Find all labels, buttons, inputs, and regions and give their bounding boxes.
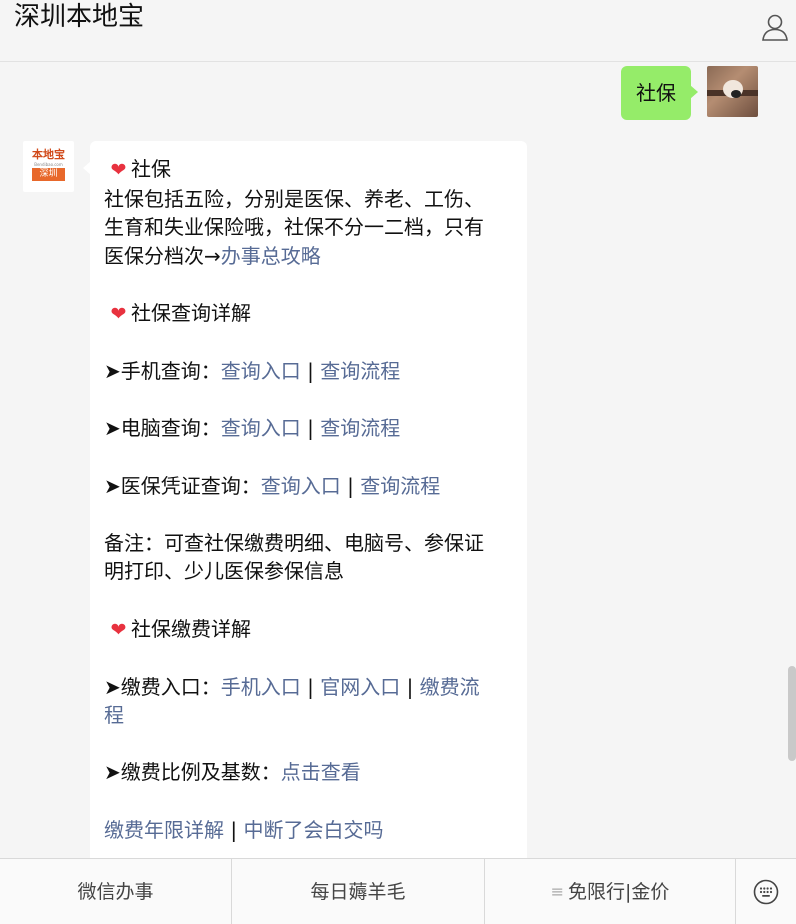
years-link[interactable]: 缴费年限详解 [104,818,224,842]
logo-url-text: Bendibao.com [34,162,63,167]
heart-icon: ❤ [110,302,127,325]
pay-mobile-link[interactable]: 手机入口 [221,675,301,699]
tab-daily-deals[interactable]: 每日薅羊毛 [232,859,485,924]
medical-query-row: ➤医保凭证查询：查询入口 | 查询流程 [104,473,441,498]
interrupt-link[interactable]: 中断了会白交吗 [243,818,383,842]
guide-link[interactable]: 办事总攻略 [221,244,321,268]
keyboard-icon[interactable] [736,859,796,924]
pay-web-link[interactable]: 官网入口 [320,675,400,699]
mobile-query-flow-link[interactable]: 查询流程 [320,359,400,383]
chat-area[interactable]: 社保 本地宝 Bendibao.com 深圳 ❤ 社保 社保包括五险，分别是医保、… [0,62,796,858]
note-line: 明打印、少儿医保参保信息 [104,559,344,584]
tab-label: 免限行|金价 [568,881,670,903]
logo-brand-text: 本地宝 [32,148,65,161]
pay-entry-row-cont: 程 [104,701,513,730]
intro-line: 医保分档次→办事总攻略 [104,243,321,268]
mobile-query-row: ➤手机查询：查询入口 | 查询流程 [104,359,401,384]
heart-icon: ❤ [110,159,127,181]
mobile-query-entry-link[interactable]: 查询入口 [221,359,301,383]
computer-query-row: ➤电脑查询：查询入口 | 查询流程 [104,416,401,441]
scrollbar[interactable] [788,666,796,761]
bot-avatar[interactable]: 本地宝 Bendibao.com 深圳 [23,141,74,192]
section-heading: ❤ 社保缴费详解 [104,615,513,645]
medical-query-flow-link[interactable]: 查询流程 [360,474,440,498]
pay-entry-row: ➤缴费入口：手机入口 | 官网入口 | 缴费流 [104,674,480,699]
pay-flow-link[interactable]: 程 [104,703,124,727]
medical-query-entry-link[interactable]: 查询入口 [261,474,341,498]
note-line: 备注：可查社保缴费明细、电脑号、参保证 [104,530,484,555]
bottom-menu-bar: 微信办事 每日薅羊毛 ≡ 免限行|金价 [0,858,796,924]
computer-query-flow-link[interactable]: 查询流程 [320,416,400,440]
person-icon[interactable] [760,12,790,42]
section-heading: ❤ 社保查询详解 [104,299,513,329]
logo-city-badge: 深圳 [32,168,65,181]
ratio-link[interactable]: 点击查看 [281,760,361,784]
computer-query-entry-link[interactable]: 查询入口 [221,416,301,440]
tab-wechat-service[interactable]: 微信办事 [0,859,232,924]
tab-traffic-gold[interactable]: ≡ 免限行|金价 [485,859,736,924]
intro-line: 生育和失业保险哦，社保不分一二档，只有 [104,215,484,240]
intro-line: 社保包括五险，分别是医保、养老、工伤、 [104,186,484,211]
section-heading: ❤ 社保 [104,155,513,185]
chat-header: 深圳本地宝 [0,0,796,62]
ratio-row: ➤缴费比例及基数：点击查看 [104,760,361,785]
chat-title: 深圳本地宝 [14,2,145,32]
user-avatar[interactable] [707,66,758,117]
bot-message-bubble: ❤ 社保 社保包括五险，分别是医保、养老、工伤、 生育和失业保险哦，社保不分一二档… [83,141,527,858]
user-message-bubble[interactable]: 社保 [621,66,698,120]
heart-icon: ❤ [110,618,127,641]
years-row: 缴费年限详解 | 中断了会白交吗 [104,817,384,842]
pay-flow-link[interactable]: 缴费流 [420,675,480,699]
menu-lines-icon: ≡ [550,882,564,901]
